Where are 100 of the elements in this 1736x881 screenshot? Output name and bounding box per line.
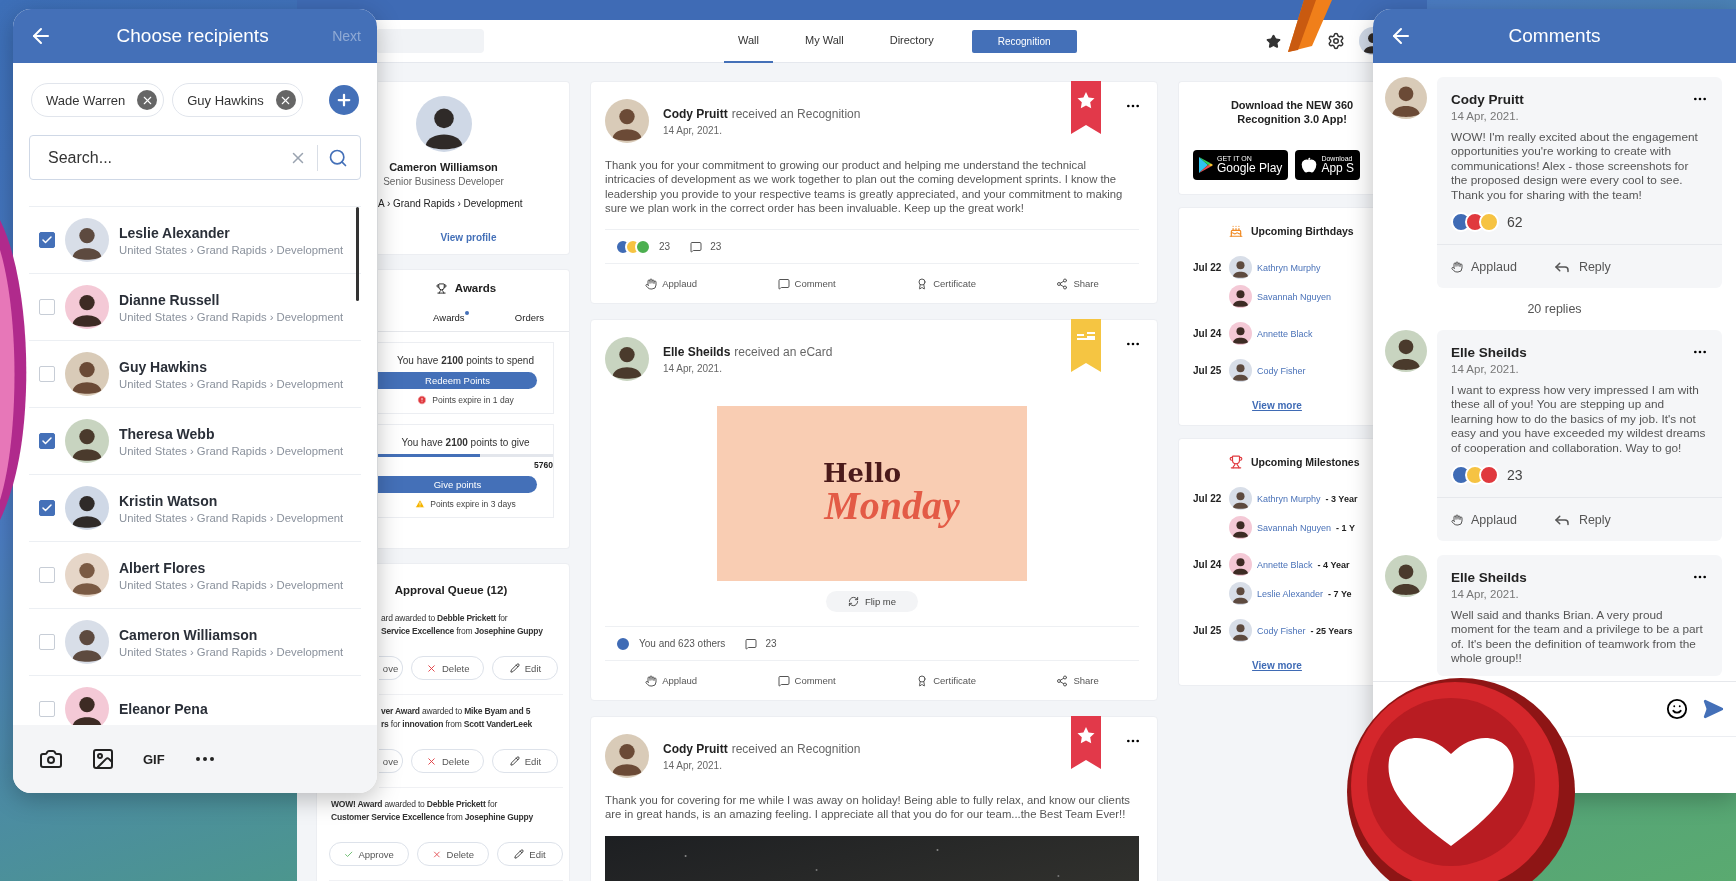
- person-link[interactable]: Savannah Nguyen: [1257, 291, 1332, 302]
- person-link[interactable]: Kathryn Murphy: [1257, 262, 1321, 273]
- person-location: United States › Grand Rapids › Development: [119, 310, 344, 323]
- view-profile-link[interactable]: View profile: [440, 232, 497, 243]
- recognition-button[interactable]: Recognition: [971, 29, 1077, 53]
- approve-button[interactable]: ove: [379, 749, 403, 773]
- comment-button[interactable]: Comment: [771, 276, 842, 291]
- person-location: United States › Grand Rapids › Development: [119, 243, 344, 256]
- tab[interactable]: Awards: [429, 306, 469, 331]
- post-action: received an Recognition: [731, 741, 861, 756]
- avatar: [1229, 256, 1252, 279]
- search-field[interactable]: Search...: [29, 135, 361, 180]
- delete-button[interactable]: Delete: [411, 749, 485, 773]
- share-button[interactable]: Share: [1050, 673, 1105, 688]
- approve-button[interactable]: Approve: [329, 842, 409, 866]
- comment-button[interactable]: Comment: [771, 673, 842, 688]
- reaction-icon: [635, 238, 651, 255]
- gif-button[interactable]: GIF: [143, 751, 165, 767]
- author-name: Cody Pruitt: [663, 106, 728, 121]
- redeem-button[interactable]: Redeem Points: [378, 372, 537, 389]
- certificate-button[interactable]: Certificate: [910, 276, 982, 291]
- cake-icon: [1229, 224, 1243, 238]
- view-more-link[interactable]: View more: [1252, 400, 1302, 411]
- send-icon[interactable]: [1702, 698, 1724, 720]
- certificate-button[interactable]: Certificate: [910, 673, 982, 688]
- share-button[interactable]: Share: [1050, 276, 1105, 291]
- person-link[interactable]: Annette Black: [1257, 328, 1313, 339]
- person-location: United States › Grand Rapids › Development: [119, 578, 344, 591]
- nav-tab[interactable]: Directory: [875, 19, 948, 63]
- comment-text: WOW! I'm really excited about the engagement opportunities you're working to create with communications! Alex - those screenshots for the proposed design were every cool to see. Thank you for sharing with the team!: [1451, 130, 1699, 203]
- delete-button[interactable]: Delete: [416, 842, 489, 866]
- avatar: [415, 96, 472, 152]
- view-more-link[interactable]: View more: [1252, 660, 1302, 671]
- checkbox[interactable]: [39, 500, 55, 516]
- person-location: United States › Grand Rapids › Development: [119, 645, 344, 658]
- alert-icon: [417, 395, 428, 405]
- nav-tab[interactable]: Wall: [724, 19, 773, 63]
- badge-label: Google Play: [1217, 162, 1283, 175]
- applaud-button[interactable]: Applaud: [1451, 512, 1517, 527]
- expiry-note: Points expire in 1 day: [432, 395, 514, 405]
- badge-label: App S: [1321, 162, 1355, 175]
- person-link[interactable]: Cody Fisher: [1257, 365, 1306, 376]
- speech-bubble-icon: [777, 277, 790, 290]
- person-link[interactable]: Cody Fisher: [1257, 625, 1306, 636]
- person-name: Cameron Williamson: [119, 626, 259, 643]
- reaction-count: 62: [1507, 214, 1523, 231]
- check-icon: [41, 435, 53, 447]
- tab[interactable]: Orders: [510, 306, 548, 331]
- rosette-icon: [916, 674, 929, 687]
- card-title: Approval Queue (12): [393, 584, 509, 596]
- avatar: [1229, 582, 1252, 605]
- apple-icon: [1301, 157, 1318, 173]
- person-link[interactable]: Annette Black: [1257, 559, 1313, 570]
- reply-button[interactable]: Reply: [1552, 257, 1611, 276]
- person-link[interactable]: Leslie Alexander: [1257, 588, 1324, 599]
- star-icon[interactable]: [1266, 33, 1281, 49]
- person-name: Guy Hawkins: [119, 358, 208, 375]
- replies-link[interactable]: 20 replies: [1527, 302, 1582, 317]
- give-points-button[interactable]: Give points: [378, 476, 537, 493]
- hand-icon: [645, 674, 658, 687]
- reply-button[interactable]: Reply: [1552, 510, 1611, 529]
- nav-tab[interactable]: My Wall: [791, 19, 858, 63]
- hand-icon: [645, 277, 658, 290]
- camera-icon[interactable]: [39, 747, 63, 771]
- flip-button[interactable]: Flip me: [825, 591, 919, 613]
- edit-button[interactable]: Edit: [492, 749, 559, 773]
- expiry-note: Points expire in 3 days: [430, 499, 516, 509]
- edit-button[interactable]: Edit: [497, 842, 563, 866]
- approve-button[interactable]: ove: [379, 656, 403, 680]
- download-title: Download the NEW 360 Recognition 3.0 App!: [1229, 98, 1355, 126]
- post-action: received an Recognition: [731, 106, 861, 121]
- image-icon[interactable]: [91, 747, 115, 771]
- avatar: [65, 218, 109, 262]
- person-link[interactable]: Savannah Nguyen: [1257, 522, 1332, 533]
- avatar: [1385, 555, 1427, 598]
- applaud-button[interactable]: Applaud: [639, 673, 704, 688]
- checkbox[interactable]: [39, 433, 55, 449]
- smiley-icon[interactable]: [1666, 698, 1688, 720]
- applaud-button[interactable]: Applaud: [639, 276, 704, 291]
- post-action: received an eCard: [734, 344, 833, 359]
- avatar: [605, 734, 649, 779]
- check-icon: [41, 234, 53, 246]
- comment-date: 14 Apr, 2021.: [1451, 110, 1520, 122]
- person-location: United States › Grand Rapids › Development: [119, 444, 344, 457]
- card-title: Upcoming Birthdays: [1251, 225, 1354, 237]
- settings-icon[interactable]: [1327, 32, 1345, 50]
- edit-button[interactable]: Edit: [492, 656, 559, 680]
- applaud-button[interactable]: Applaud: [1451, 259, 1517, 274]
- delete-button[interactable]: Delete: [411, 656, 485, 680]
- remove-icon[interactable]: [137, 90, 158, 110]
- checkbox[interactable]: [39, 232, 55, 248]
- reaction-count: 23: [659, 241, 671, 253]
- remove-icon[interactable]: [275, 90, 296, 110]
- avatar: [605, 337, 649, 382]
- card-title: Awards: [454, 282, 497, 294]
- search-field[interactable]: [376, 29, 484, 53]
- scrollbar[interactable]: [356, 207, 359, 301]
- add-button[interactable]: [329, 85, 359, 115]
- search-icon[interactable]: [328, 147, 348, 168]
- person-link[interactable]: Kathryn Murphy: [1257, 493, 1321, 504]
